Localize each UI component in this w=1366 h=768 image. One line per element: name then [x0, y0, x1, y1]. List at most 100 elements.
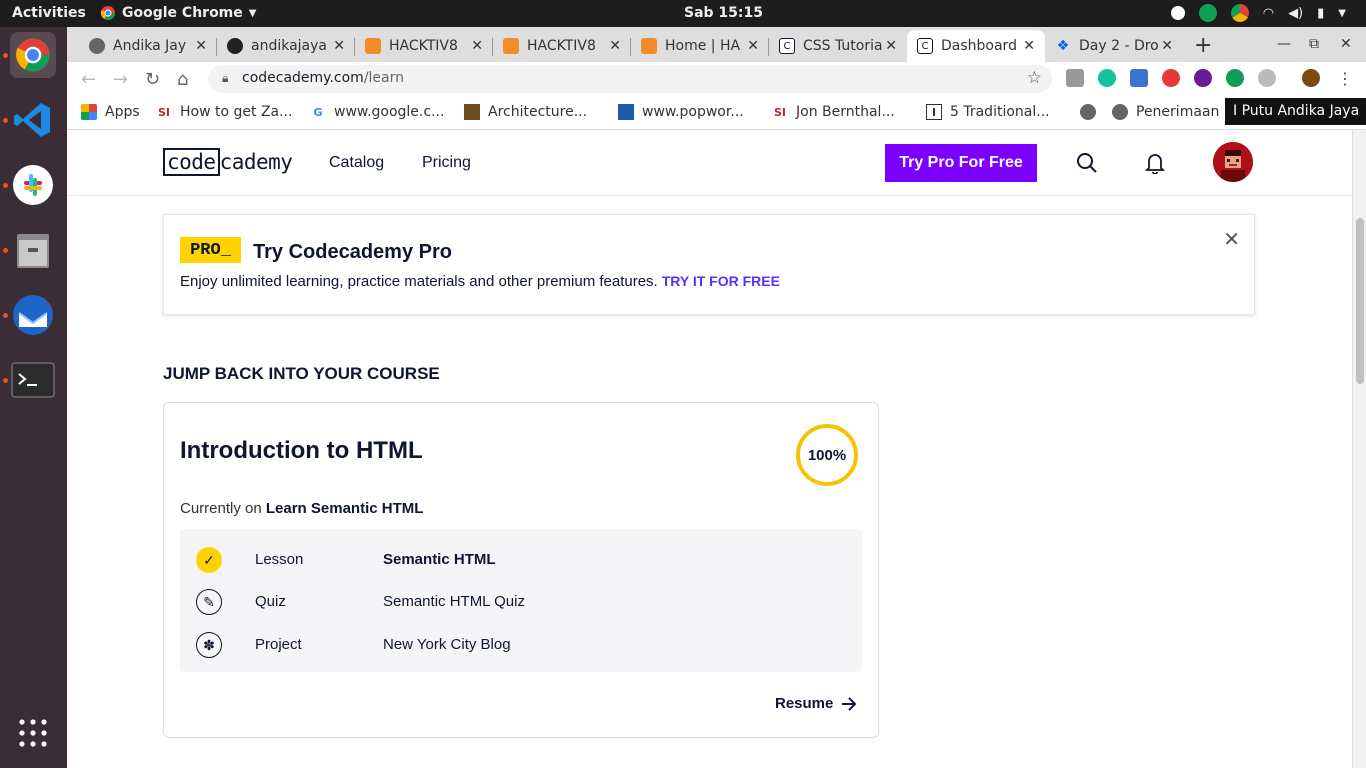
tab-close-icon[interactable]: ✕	[471, 38, 483, 54]
pro-badge: PRO_	[180, 237, 241, 263]
download-extension-icon[interactable]	[1194, 69, 1212, 87]
user-avatar[interactable]	[1213, 142, 1253, 182]
browser-tab[interactable]: Home | HA ✕	[631, 30, 769, 62]
maximize-button[interactable]: ⧉	[1309, 36, 1319, 52]
try-it-free-link[interactable]: TRY IT FOR FREE	[662, 273, 780, 289]
red-extension-icon[interactable]	[1162, 69, 1180, 87]
codecademy-logo[interactable]: code cademy	[163, 148, 293, 176]
reload-button[interactable]: ↻	[145, 69, 160, 90]
bookmark-item[interactable]: Penerimaan E	[1112, 104, 1233, 120]
profile-avatar-icon[interactable]	[1302, 69, 1320, 87]
bookmark-label: How to get Za...	[180, 104, 293, 120]
activities-button[interactable]: Activities	[12, 5, 86, 21]
formatting-extension-icon[interactable]	[1130, 69, 1148, 87]
banner-title: Try Codecademy Pro	[253, 241, 452, 263]
tab-close-icon[interactable]: ✕	[609, 38, 621, 54]
browser-tab-active[interactable]: C Dashboard ✕	[907, 30, 1045, 62]
bell-icon[interactable]	[1145, 152, 1165, 174]
list-item[interactable]: ✓ Lesson Semantic HTML	[180, 539, 862, 579]
dock-vscode[interactable]	[10, 97, 56, 143]
bookmark-item[interactable]: I 5 Traditional...	[926, 104, 1050, 120]
tab-title: Day 2 - Dro	[1079, 38, 1159, 54]
new-tab-button[interactable]: +	[1194, 33, 1212, 58]
dock-chrome[interactable]	[10, 32, 56, 78]
app-menu[interactable]: Google Chrome ▼	[100, 5, 256, 21]
browser-menu-icon[interactable]: ⋮	[1337, 69, 1353, 88]
browser-tab[interactable]: HACKTIV8 ✕	[493, 30, 631, 62]
dock-files[interactable]	[10, 227, 56, 273]
battery-icon[interactable]: ▮	[1317, 6, 1324, 21]
banner-text: Enjoy unlimited learning, practice mater…	[180, 273, 780, 290]
compass-extension-icon[interactable]	[1258, 69, 1276, 87]
bookmark-item[interactable]: SI Jon Bernthal...	[772, 104, 895, 120]
try-pro-button[interactable]: Try Pro For Free	[885, 144, 1037, 182]
step-name: Semantic HTML	[383, 551, 496, 568]
course-card[interactable]: Introduction to HTML 100% Currently on L…	[163, 402, 879, 738]
clock[interactable]: Sab 15:15	[684, 5, 763, 21]
step-type: Project	[255, 636, 302, 653]
resume-button[interactable]: Resume	[775, 695, 857, 712]
bookmark-item[interactable]: G www.google.c...	[310, 104, 444, 120]
dock-thunderbird[interactable]	[10, 292, 56, 338]
running-indicator	[3, 53, 8, 58]
bookmark-apps[interactable]: Apps	[81, 104, 140, 120]
tab-title: HACKTIV8	[389, 38, 458, 54]
hacktiv8-icon	[503, 38, 519, 54]
page-scrollbar[interactable]	[1352, 130, 1366, 768]
tab-close-icon[interactable]: ✕	[747, 38, 759, 54]
hangouts-tray-icon[interactable]	[1198, 4, 1217, 22]
slack-icon	[13, 165, 53, 205]
browser-tab[interactable]: ❖ Day 2 - Dro ✕	[1045, 30, 1183, 62]
camera-extension-icon[interactable]	[1066, 69, 1084, 87]
bookmark-item[interactable]: SI How to get Za...	[156, 104, 292, 120]
nav-pricing[interactable]: Pricing	[422, 154, 471, 172]
scrollbar-thumb[interactable]	[1356, 218, 1364, 384]
address-bar[interactable]: 🔒︎ codecademy.com/learn ☆	[208, 65, 1052, 93]
dock-slack[interactable]	[10, 162, 56, 208]
tab-close-icon[interactable]: ✕	[1023, 38, 1035, 54]
search-icon[interactable]	[1076, 152, 1098, 174]
minimize-button[interactable]: —	[1277, 36, 1291, 52]
section-heading: JUMP BACK INTO YOUR COURSE	[163, 364, 440, 383]
bookmark-item[interactable]	[1080, 104, 1096, 120]
profile-tooltip: I Putu Andika Jaya	[1225, 98, 1366, 125]
browser-tab[interactable]: Andika Jay ✕	[79, 30, 217, 62]
bookmark-item[interactable]: Architecture...	[464, 104, 587, 120]
tab-close-icon[interactable]: ✕	[333, 38, 345, 54]
forward-button[interactable]: →	[113, 69, 128, 90]
tab-close-icon[interactable]: ✕	[1161, 38, 1173, 54]
close-window-button[interactable]: ✕	[1340, 36, 1352, 52]
power-menu-caret-icon[interactable]: ▼	[1338, 8, 1346, 19]
lock-icon[interactable]: 🔒︎	[222, 71, 228, 86]
codecademy-icon: C	[779, 38, 795, 54]
hangouts-extension-icon[interactable]	[1226, 69, 1244, 87]
close-icon[interactable]: ✕	[1223, 227, 1240, 252]
list-item[interactable]: ✎ Quiz Semantic HTML Quiz	[180, 581, 862, 621]
url-text[interactable]: codecademy.com/learn	[242, 70, 404, 86]
bookmark-star-icon[interactable]: ☆	[1027, 68, 1042, 88]
grammarly-extension-icon[interactable]	[1098, 69, 1116, 87]
chrome-tray-icon[interactable]	[1230, 4, 1249, 22]
slack-tray-icon[interactable]	[1170, 6, 1185, 20]
tab-close-icon[interactable]: ✕	[885, 38, 897, 54]
wifi-icon[interactable]: ◠	[1263, 6, 1274, 21]
show-applications-button[interactable]	[10, 710, 56, 756]
architecture-icon	[464, 104, 480, 120]
apps-grid-icon	[81, 104, 97, 120]
list-item[interactable]: ✽ Project New York City Blog	[180, 624, 862, 664]
back-button[interactable]: ←	[81, 69, 96, 90]
course-title[interactable]: Introduction to HTML	[180, 437, 423, 465]
browser-tab[interactable]: andikajaya ✕	[217, 30, 355, 62]
bookmark-item[interactable]: www.popwor...	[618, 104, 744, 120]
volume-icon[interactable]: ◀)	[1288, 6, 1303, 21]
progress-label: 100%	[807, 446, 847, 464]
globe-icon	[89, 38, 105, 54]
hacktiv8-icon	[365, 38, 381, 54]
nav-catalog[interactable]: Catalog	[329, 154, 384, 172]
tab-close-icon[interactable]: ✕	[195, 38, 207, 54]
browser-tab[interactable]: HACKTIV8 ✕	[355, 30, 493, 62]
dock-terminal[interactable]	[10, 357, 56, 403]
browser-tab[interactable]: C CSS Tutoria ✕	[769, 30, 907, 62]
home-button[interactable]: ⌂	[177, 69, 188, 90]
google-icon: G	[313, 105, 323, 119]
